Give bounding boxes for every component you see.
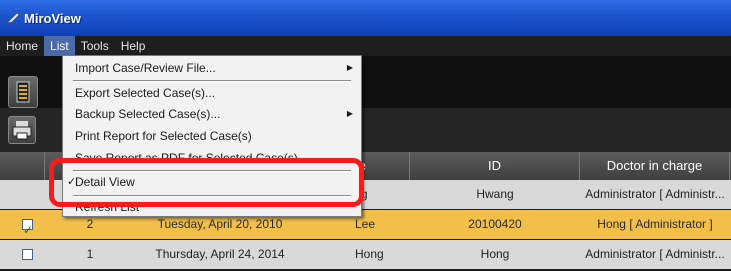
row-checkbox[interactable] xyxy=(22,216,33,239)
table-row[interactable]: 1 Thursday, April 24, 2014 Hong Hong Adm… xyxy=(0,240,731,269)
col-header-check[interactable] xyxy=(0,152,45,180)
menu-separator xyxy=(73,195,351,197)
col-header-doctor[interactable]: Doctor in charge xyxy=(580,152,730,180)
cell-no: 1 xyxy=(86,247,94,261)
submenu-arrow-icon: ▶ xyxy=(346,109,353,118)
menu-item-print-report[interactable]: Print Report for Selected Case(s) xyxy=(63,126,361,146)
menu-list[interactable]: List xyxy=(44,36,75,56)
list-dropdown-menu: Import Case/Review File... ▶ Export Sele… xyxy=(62,55,362,217)
cell-date: Thursday, April 24, 2014 xyxy=(155,247,285,261)
title-bar: MiroView xyxy=(0,0,731,36)
menu-item-backup[interactable]: Backup Selected Case(s)... ▶ xyxy=(63,104,361,124)
cell-doctor: Hong [ Administrator ] xyxy=(597,217,713,231)
menu-tools[interactable]: Tools xyxy=(75,36,115,56)
cell-id: Hwang xyxy=(476,187,514,201)
app-title: MiroView xyxy=(24,10,81,26)
menu-home[interactable]: Home xyxy=(0,36,44,56)
menu-item-detail-view[interactable]: ✓ Detail View xyxy=(63,172,361,192)
menu-bar: Home List Tools Help xyxy=(0,36,731,56)
checkmark-icon: ✓ xyxy=(67,176,77,188)
cell-doctor: Administrator [ Administr... xyxy=(585,187,725,201)
list-view-button[interactable] xyxy=(8,76,38,108)
menu-item-save-pdf[interactable]: Save Report as PDF for Selected Case(s) xyxy=(63,148,361,158)
row-checkbox[interactable] xyxy=(22,249,33,261)
menu-help[interactable]: Help xyxy=(115,36,152,56)
cell-name: Hong xyxy=(355,247,384,261)
menu-item-refresh[interactable]: Refresh List xyxy=(63,200,361,212)
printer-icon xyxy=(12,121,32,140)
menu-item-export[interactable]: Export Selected Case(s)... xyxy=(63,83,361,103)
menu-separator xyxy=(73,80,351,82)
cell-doctor: Administrator [ Administr... xyxy=(585,247,725,261)
menu-item-import[interactable]: Import Case/Review File... ▶ xyxy=(63,58,361,78)
cell-id: Hong xyxy=(480,247,510,261)
cell-id: 20100420 xyxy=(468,217,522,231)
col-header-id[interactable]: ID xyxy=(410,152,580,180)
pen-icon xyxy=(6,12,20,24)
print-button[interactable] xyxy=(8,116,36,144)
submenu-arrow-icon: ▶ xyxy=(346,63,353,72)
list-view-icon xyxy=(16,81,30,103)
